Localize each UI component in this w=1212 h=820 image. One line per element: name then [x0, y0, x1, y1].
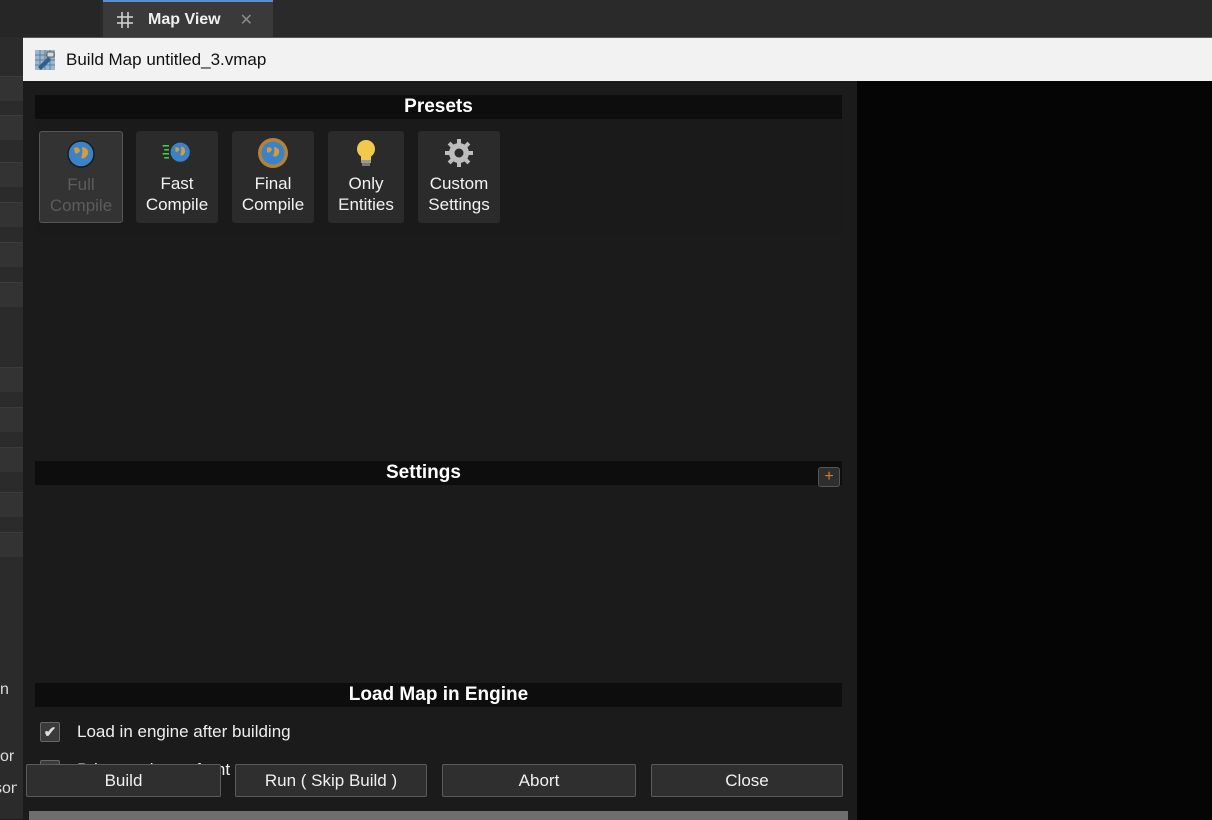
preset-label: Compile: [241, 195, 305, 214]
list-row: [0, 447, 23, 472]
preset-label: Custom: [429, 174, 489, 193]
list-row: [0, 367, 23, 392]
load-map-header: Load Map in Engine: [35, 683, 842, 707]
build-map-icon: [35, 49, 55, 70]
preset-fast-compile[interactable]: Fast Compile: [136, 131, 218, 223]
background-text: son: [0, 780, 17, 797]
checkbox-label: Load in engine after building: [77, 722, 291, 741]
plus-icon[interactable]: +: [818, 467, 840, 487]
preset-label: Fast: [160, 174, 194, 193]
close-icon[interactable]: ✕: [240, 10, 253, 30]
abort-button[interactable]: Abort: [442, 764, 636, 797]
list-row: [0, 532, 23, 557]
build-button[interactable]: Build: [26, 764, 221, 797]
dialog-title: Build Map untitled_3.vmap: [66, 49, 267, 69]
run-skip-build-button[interactable]: Run ( Skip Build ): [235, 764, 427, 797]
load-in-engine-checkbox[interactable]: ✔: [40, 722, 60, 742]
preset-full-compile: Full Compile: [39, 131, 123, 223]
list-row: [0, 162, 23, 187]
tab-map-view[interactable]: Map View ✕: [103, 0, 273, 37]
settings-header: Settings: [35, 461, 842, 485]
list-row: [0, 282, 23, 307]
close-button[interactable]: Close: [651, 764, 843, 797]
output-panel: [857, 81, 1212, 820]
gold-globe-icon: [258, 138, 288, 168]
list-row: [0, 115, 23, 140]
background-text: or: [0, 748, 15, 765]
list-row: [0, 407, 23, 432]
load-in-engine-option[interactable]: ✔ Load in engine after building: [40, 722, 291, 742]
grid-icon: [117, 11, 133, 28]
preset-label: Only: [348, 174, 384, 193]
list-row: [0, 76, 23, 101]
gear-icon: [445, 139, 473, 167]
list-row: [0, 242, 23, 267]
background-text: n: [0, 681, 9, 698]
preset-label: Full: [67, 175, 95, 194]
presets-header: Presets: [35, 95, 842, 119]
preset-custom-settings[interactable]: Custom Settings: [418, 131, 500, 223]
tab-bar-left-area: [0, 0, 100, 37]
preset-label: Settings: [428, 195, 490, 214]
preset-final-compile[interactable]: Final Compile: [232, 131, 314, 223]
preset-only-entities[interactable]: Only Entities: [328, 131, 404, 223]
globe-icon: [67, 140, 95, 168]
preset-label: Final: [254, 174, 292, 193]
preset-label: Entities: [338, 195, 394, 214]
dialog-content: Presets Full Compile Fast Compile Final …: [23, 81, 857, 820]
lightbulb-icon: [357, 140, 375, 166]
dialog-titlebar[interactable]: Build Map untitled_3.vmap: [23, 38, 1212, 81]
fast-globe-icon: [162, 142, 190, 162]
preset-label: Compile: [49, 196, 113, 215]
background-panel: n or son: [0, 37, 23, 819]
list-row: [0, 492, 23, 517]
editor-tab-bar: Map View ✕: [0, 0, 1212, 37]
tab-label: Map View: [148, 10, 221, 28]
list-row: [0, 202, 23, 227]
build-map-dialog: Build Map untitled_3.vmap Presets Full C…: [23, 37, 1212, 820]
preset-label: Compile: [145, 195, 209, 214]
